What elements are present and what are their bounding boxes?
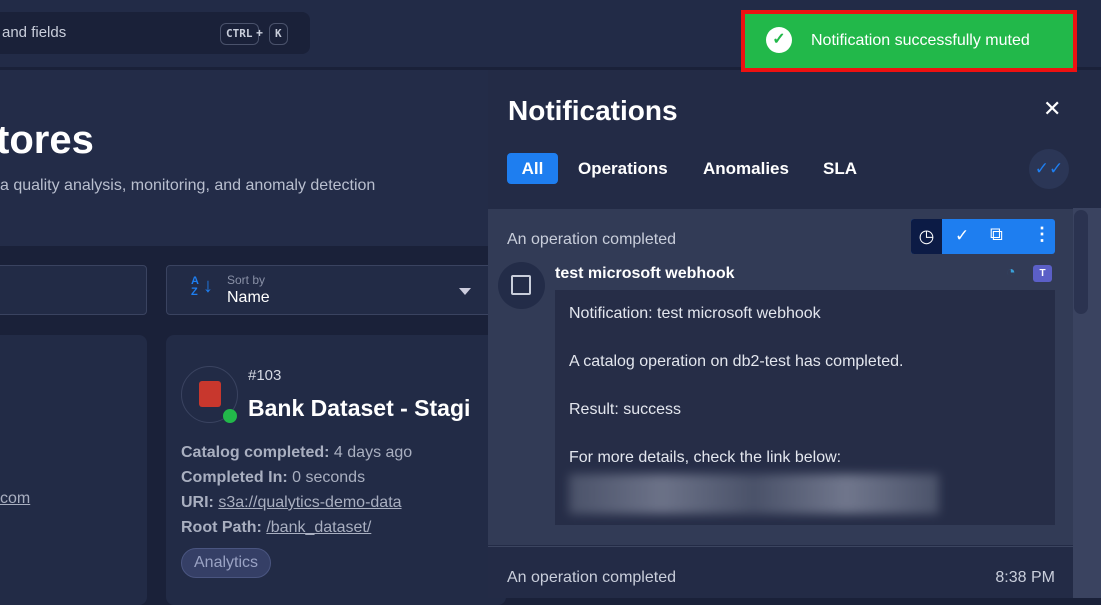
kbd-plus: + [256,26,264,40]
more-vertical-icon[interactable]: ⋮ [1033,224,1051,245]
datastore-avatar [181,366,238,423]
detail-label: URI: [181,494,214,511]
notification-item[interactable]: An operation completed 8:38 PM [488,546,1073,598]
mark-all-read-icon[interactable]: ✓✓ [1029,149,1069,189]
tab-sla[interactable]: SLA [823,153,857,184]
datastore-card[interactable]: #103 Bank Dataset - Stagi Catalog comple… [166,335,506,605]
global-search[interactable]: and fields CTRL + K [0,12,310,54]
tab-all[interactable]: All [507,153,558,184]
detail-label: Root Path: [181,519,262,536]
notification-message: Notification: test microsoft webhook A c… [555,290,1055,525]
notification-heading: An operation completed [507,231,676,248]
sort-arrow-icon: ↓ [203,275,213,297]
root-path-link[interactable]: /bank_dataset/ [266,519,371,536]
tag-badge[interactable]: Analytics [181,548,272,578]
card-id: #103 [248,367,282,384]
detail-label: Catalog completed: [181,444,330,461]
sort-label: Sort by [227,273,266,287]
tab-anomalies[interactable]: Anomalies [703,153,789,184]
detail-value: 0 seconds [292,469,366,486]
page-title: tores [0,118,94,162]
action-toolbar: ◷ ✓ ⧉ ⋮ [911,219,1055,254]
datastore-card[interactable]: com [0,335,147,605]
s3-icon [199,381,221,407]
message-line: For more details, check the link below: [569,449,842,466]
message-line: A catalog operation on db2-test has comp… [569,353,904,370]
page-header: tores a quality analysis, monitoring, an… [0,70,488,246]
close-icon[interactable]: ✕ [1043,96,1061,122]
select-checkbox[interactable] [511,275,531,295]
sort-value: Name [227,289,270,306]
qualytics-icon: ◔ [1006,264,1016,281]
redacted-link[interactable] [569,474,939,514]
tab-operations[interactable]: Operations [578,153,668,184]
kbd-ctrl: CTRL [220,23,259,45]
page-subtitle: a quality analysis, monitoring, and anom… [0,177,376,194]
card-details: Catalog completed: 4 days ago Completed … [181,440,412,540]
snooze-clock-icon[interactable]: ◷ [911,219,942,254]
open-external-icon[interactable]: ⧉ [990,224,1003,245]
kbd-k: K [269,23,288,45]
card-link[interactable]: com [0,490,30,508]
select-checkbox-wrap [498,262,545,309]
notification-name: test microsoft webhook [555,265,735,282]
uri-link[interactable]: s3a://qualytics-demo-data [218,494,401,511]
panel-title: Notifications [508,95,678,126]
search-filter-input[interactable] [0,265,147,315]
detail-label: Completed In: [181,469,288,486]
chevron-down-icon [459,288,471,295]
message-line: Result: success [569,401,682,418]
toast-message: Notification successfully muted [811,32,1030,49]
search-placeholder: and fields [2,24,67,41]
check-circle-icon: ✓ [766,27,792,53]
notification-heading: An operation completed [507,569,676,586]
card-title[interactable]: Bank Dataset - Stagi [248,395,470,422]
sort-az-icon: AZ [191,275,199,298]
scrollbar-thumb[interactable] [1074,210,1088,314]
sort-select[interactable]: AZ ↓ Sort by Name [166,265,506,315]
teams-icon: T [1033,265,1052,282]
success-toast: ✓ Notification successfully muted [741,10,1077,72]
status-dot [223,409,237,423]
notification-time: 8:38 PM [995,569,1055,586]
detail-value: 4 days ago [333,444,413,461]
message-line: Notification: test microsoft webhook [569,305,821,322]
notification-item[interactable]: An operation completed ◷ ✓ ⧉ ⋮ test micr… [488,209,1073,545]
check-icon[interactable]: ✓ [955,226,969,246]
